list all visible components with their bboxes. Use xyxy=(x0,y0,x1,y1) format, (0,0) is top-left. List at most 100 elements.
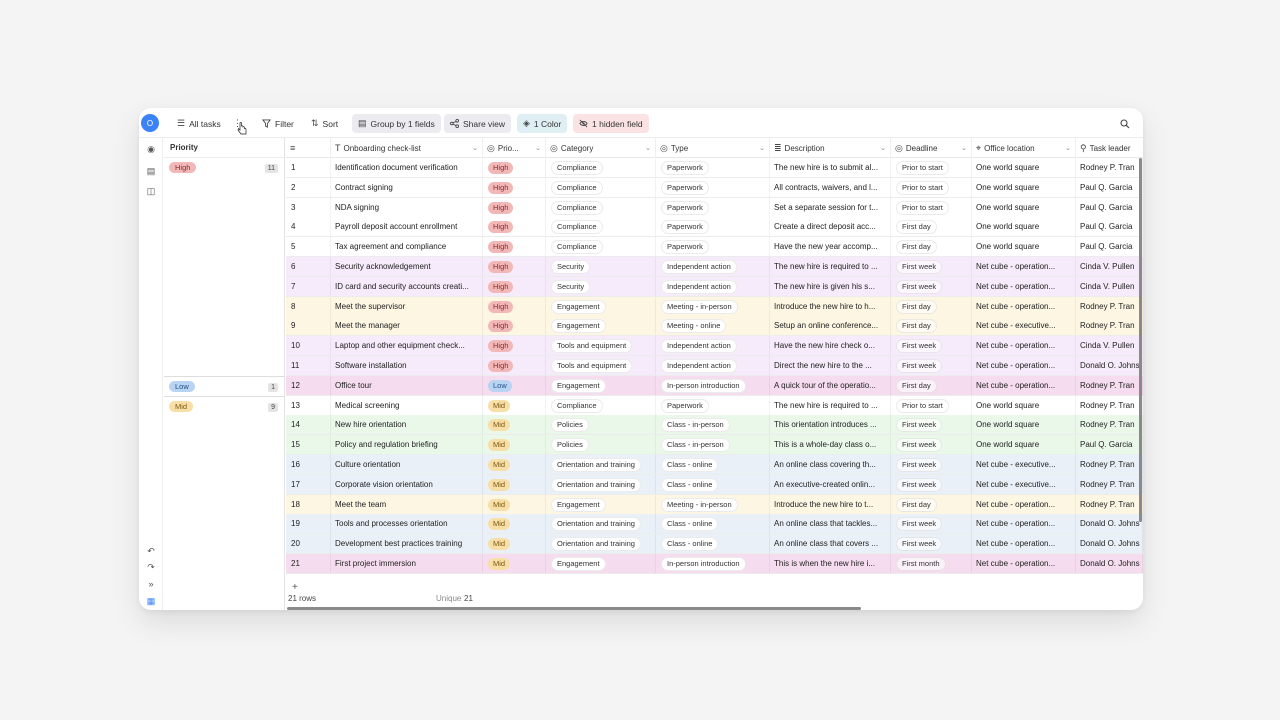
type-cell[interactable]: Independent action xyxy=(656,276,770,296)
task-cell[interactable]: Tax agreement and compliance xyxy=(331,237,483,257)
row-number[interactable]: 17 xyxy=(286,474,331,494)
leader-cell[interactable]: Paul Q. Garcia xyxy=(1076,237,1143,257)
type-cell[interactable]: Paperwork xyxy=(656,217,770,237)
task-cell[interactable]: Policy and regulation briefing xyxy=(331,435,483,455)
type-cell[interactable]: Meeting - in-person xyxy=(656,494,770,514)
description-cell[interactable]: The new hire is to submit al... xyxy=(770,158,891,177)
deadline-cell[interactable]: First week xyxy=(891,514,972,534)
office-cell[interactable]: Net cube - operation... xyxy=(972,494,1076,514)
deadline-cell[interactable]: First week xyxy=(891,534,972,554)
category-cell[interactable]: Security xyxy=(546,276,656,296)
row-number[interactable]: 1 xyxy=(286,158,331,177)
description-cell[interactable]: An online class that tackles... xyxy=(770,514,891,534)
category-cell[interactable]: Compliance xyxy=(546,395,656,415)
priority-cell[interactable]: High xyxy=(483,257,546,276)
deadline-cell[interactable]: First week xyxy=(891,455,972,474)
office-cell[interactable]: One world square xyxy=(972,237,1076,257)
row-number[interactable]: 9 xyxy=(286,316,331,336)
leader-cell[interactable]: Donald O. Johns xyxy=(1076,514,1143,534)
description-cell[interactable]: Have the new hire check o... xyxy=(770,336,891,356)
column-header[interactable]: ⚲ Task leader xyxy=(1076,138,1143,158)
table-row[interactable]: 9 Meet the manager High Engagement Meeting -… xyxy=(286,316,1143,337)
office-cell[interactable]: Net cube - operation... xyxy=(972,336,1076,356)
office-cell[interactable]: Net cube - operation... xyxy=(972,356,1076,375)
task-cell[interactable]: Software installation xyxy=(331,356,483,375)
leader-cell[interactable]: Paul Q. Garcia xyxy=(1076,217,1143,237)
priority-cell[interactable]: Mid xyxy=(483,494,546,514)
type-cell[interactable]: Class - online xyxy=(656,455,770,474)
row-number[interactable]: 14 xyxy=(286,415,331,435)
priority-cell[interactable]: Low xyxy=(483,375,546,395)
type-cell[interactable]: Paperwork xyxy=(656,158,770,177)
column-header[interactable]: ◎ Deadline ⌄ xyxy=(891,138,972,158)
table-row[interactable]: 8 Meet the supervisor High Engagement Meetin… xyxy=(286,296,1143,317)
type-cell[interactable]: Class - in-person xyxy=(656,435,770,455)
description-cell[interactable]: Setup an online conference... xyxy=(770,316,891,336)
leader-cell[interactable]: Rodney P. Tran xyxy=(1076,455,1143,474)
category-cell[interactable]: Engagement xyxy=(546,494,656,514)
column-header[interactable]: ≣ Description ⌄ xyxy=(770,138,891,158)
description-cell[interactable]: The new hire is required to ... xyxy=(770,257,891,276)
share-view-button[interactable]: Share view xyxy=(444,114,512,133)
task-cell[interactable]: Development best practices training xyxy=(331,534,483,554)
priority-cell[interactable]: Mid xyxy=(483,415,546,435)
deadline-cell[interactable]: First week xyxy=(891,257,972,276)
row-number[interactable]: 6 xyxy=(286,257,331,276)
table-row[interactable]: 10 Laptop and other equipment check... Hig… xyxy=(286,336,1143,357)
group-tag-low[interactable]: Low xyxy=(169,381,195,392)
description-cell[interactable]: Set a separate session for t... xyxy=(770,197,891,217)
description-cell[interactable]: All contracts, waivers, and l... xyxy=(770,177,891,197)
leader-cell[interactable]: Rodney P. Tran xyxy=(1076,395,1143,415)
deadline-cell[interactable]: First day xyxy=(891,217,972,237)
type-cell[interactable]: Meeting - online xyxy=(656,316,770,336)
category-cell[interactable]: Orientation and training xyxy=(546,534,656,554)
task-cell[interactable]: Identification document verification xyxy=(331,158,483,177)
leader-cell[interactable]: Rodney P. Tran xyxy=(1076,415,1143,435)
leader-cell[interactable]: Paul Q. Garcia xyxy=(1076,177,1143,197)
priority-cell[interactable]: High xyxy=(483,276,546,296)
type-cell[interactable]: Class - online xyxy=(656,474,770,494)
category-cell[interactable]: Engagement xyxy=(546,554,656,573)
deadline-cell[interactable]: Prior to start xyxy=(891,177,972,197)
office-cell[interactable]: Net cube - operation... xyxy=(972,296,1076,316)
type-cell[interactable]: Class - in-person xyxy=(656,415,770,435)
leader-cell[interactable]: Paul Q. Garcia xyxy=(1076,197,1143,217)
row-number[interactable]: 20 xyxy=(286,534,331,554)
leader-cell[interactable]: Cinda V. Pullen xyxy=(1076,276,1143,296)
leader-cell[interactable]: Donald O. Johns xyxy=(1076,554,1143,573)
priority-cell[interactable]: High xyxy=(483,356,546,375)
leader-cell[interactable]: Donald O. Johns xyxy=(1076,356,1143,375)
leader-cell[interactable]: Cinda V. Pullen xyxy=(1076,257,1143,276)
description-cell[interactable]: A quick tour of the operatio... xyxy=(770,375,891,395)
priority-cell[interactable]: High xyxy=(483,197,546,217)
task-cell[interactable]: Laptop and other equipment check... xyxy=(331,336,483,356)
table-row[interactable]: 4 Payroll deposit account enrollment High C… xyxy=(286,217,1143,238)
deadline-cell[interactable]: First week xyxy=(891,276,972,296)
task-cell[interactable]: Meet the team xyxy=(331,494,483,514)
row-number[interactable]: 5 xyxy=(286,237,331,257)
description-cell[interactable]: Introduce the new hire to h... xyxy=(770,296,891,316)
office-cell[interactable]: One world square xyxy=(972,177,1076,197)
color-button[interactable]: ◈ 1 Color xyxy=(517,114,568,133)
type-cell[interactable]: In-person introduction xyxy=(656,375,770,395)
category-cell[interactable]: Orientation and training xyxy=(546,514,656,534)
task-cell[interactable]: Contract signing xyxy=(331,177,483,197)
table-row[interactable]: 15 Policy and regulation briefing Mid Polic… xyxy=(286,435,1143,456)
sort-button[interactable]: ⇅ Sort xyxy=(305,114,344,133)
category-cell[interactable]: Compliance xyxy=(546,237,656,257)
table-row[interactable]: 17 Corporate vision orientation Mid Orienta… xyxy=(286,474,1143,495)
deadline-cell[interactable]: First month xyxy=(891,554,972,573)
column-header[interactable]: ◎ Prio... ⌄ xyxy=(483,138,546,158)
category-cell[interactable]: Tools and equipment xyxy=(546,336,656,356)
avatar[interactable]: O xyxy=(141,114,159,132)
office-cell[interactable]: One world square xyxy=(972,395,1076,415)
type-cell[interactable]: In-person introduction xyxy=(656,554,770,573)
leader-cell[interactable]: Donald O. Johns xyxy=(1076,534,1143,554)
column-header[interactable]: ◎ Category ⌄ xyxy=(546,138,656,158)
category-cell[interactable]: Orientation and training xyxy=(546,455,656,474)
type-cell[interactable]: Class - online xyxy=(656,534,770,554)
row-number[interactable]: 18 xyxy=(286,494,331,514)
deadline-cell[interactable]: First day xyxy=(891,494,972,514)
table-row[interactable]: 18 Meet the team Mid Engagement Meeting - in… xyxy=(286,494,1143,515)
filter-button[interactable]: Filter xyxy=(256,114,300,133)
